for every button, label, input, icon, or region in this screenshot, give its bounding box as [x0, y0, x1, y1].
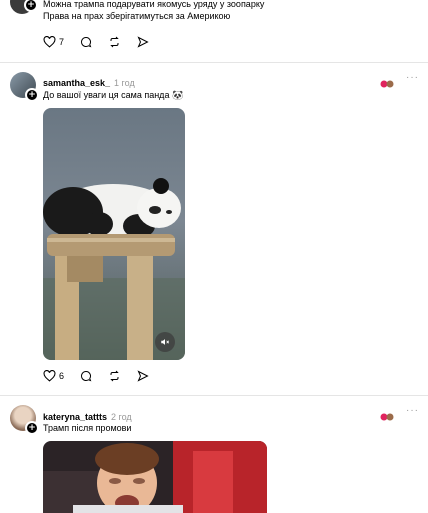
post-text-line: Права на прах зберігатимуться за Америко… [43, 11, 231, 21]
repost-button[interactable] [108, 370, 121, 382]
post-video[interactable] [43, 108, 185, 360]
post-text-line: Можна трампа подарувати якомусь уряду у … [43, 0, 265, 9]
divider [0, 62, 428, 63]
reaction-icon [380, 408, 394, 421]
crying-boy-image [43, 441, 267, 513]
like-count: 7 [59, 37, 65, 47]
post-image[interactable] [43, 441, 267, 513]
repost-icon [110, 370, 119, 382]
follow-plus-icon[interactable]: + [24, 0, 38, 12]
heart-icon [43, 36, 56, 48]
username[interactable]: kateryna_tattts [43, 412, 107, 422]
speaker-muted-icon [161, 339, 170, 345]
post-time: 1 год [114, 78, 135, 88]
mute-button[interactable] [155, 332, 175, 352]
reaction-icon [380, 75, 394, 88]
like-button[interactable]: 6 [43, 370, 64, 382]
more-icon[interactable]: ··· [406, 405, 419, 416]
panda-video-frame [43, 108, 185, 360]
post-actions: 6 [43, 370, 149, 382]
comment-icon [81, 370, 92, 382]
comment-icon [81, 36, 92, 48]
share-button[interactable] [137, 370, 149, 382]
like-button[interactable]: 7 [43, 36, 64, 48]
follow-plus-icon[interactable]: + [25, 88, 39, 102]
username[interactable]: samantha_esk_ [43, 78, 110, 88]
comment-button[interactable] [80, 370, 92, 382]
like-count: 6 [59, 371, 65, 381]
post-actions: 7 [43, 36, 149, 48]
heart-icon [43, 370, 56, 382]
send-icon [137, 36, 149, 48]
more-icon[interactable]: ··· [406, 72, 419, 83]
comment-button[interactable] [80, 36, 92, 48]
repost-button[interactable] [108, 36, 121, 48]
post-time: 2 год [111, 412, 132, 422]
post-text: Трамп після промови [43, 423, 132, 433]
send-icon [137, 370, 149, 382]
divider [0, 395, 428, 396]
follow-plus-icon[interactable]: + [25, 421, 39, 435]
repost-icon [110, 36, 119, 48]
post-text: До вашої уваги ця сама панда 🐼 [43, 90, 184, 100]
share-button[interactable] [137, 36, 149, 48]
post-text: Можна трампа подарувати якомусь уряду у … [43, 0, 413, 22]
